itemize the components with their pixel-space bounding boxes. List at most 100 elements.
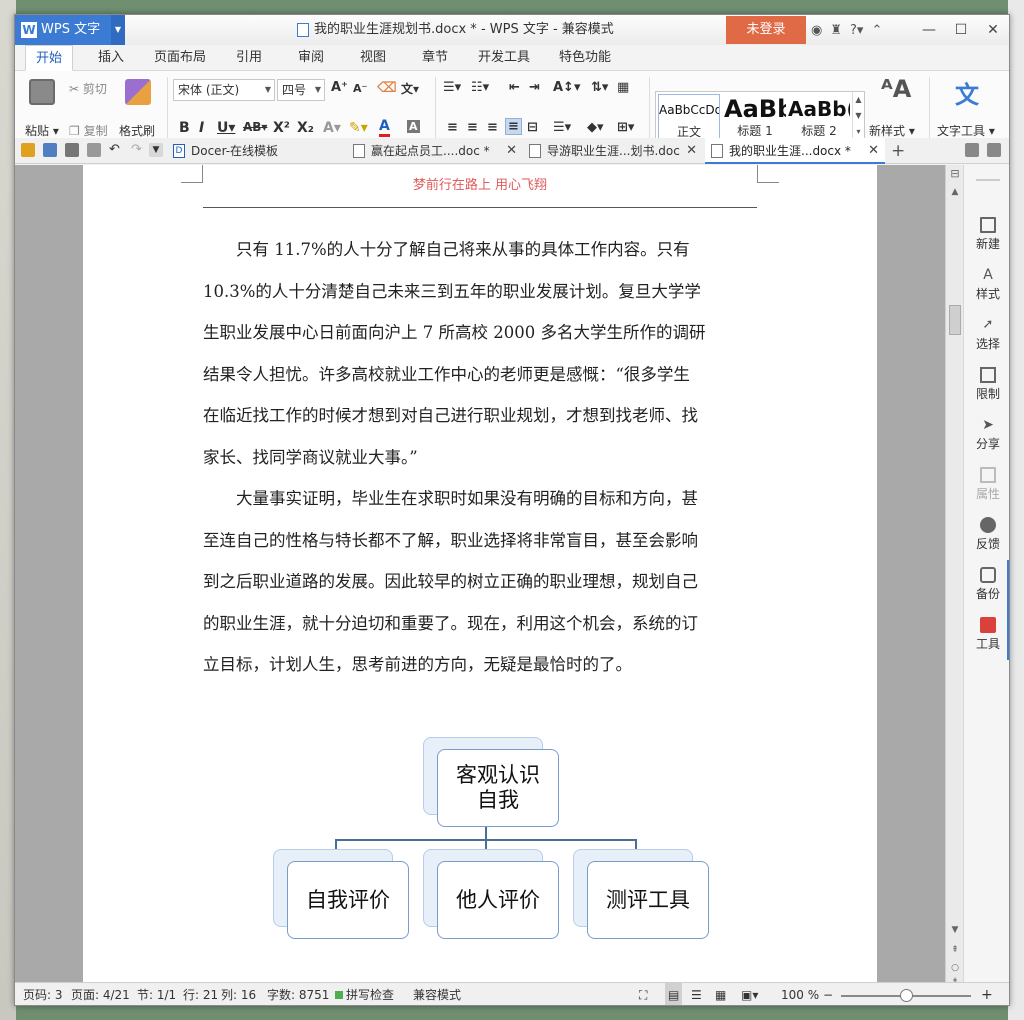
doc-tab-docer[interactable]: D Docer-在线模板 <box>167 138 347 164</box>
zoom-out-icon[interactable]: − <box>823 983 833 1005</box>
style-normal[interactable]: AaBbCcDd 正文 <box>658 94 720 140</box>
font-name-select[interactable]: 宋体 (正文) ▼ <box>173 79 275 101</box>
grow-font-icon[interactable]: A⁺ <box>331 80 348 95</box>
close-tab-icon[interactable]: ✕ <box>686 138 697 164</box>
undo-icon[interactable]: ↶ <box>109 143 123 157</box>
status-col[interactable]: 列: 16 <box>221 983 256 1005</box>
format-painter-button[interactable]: 格式刷 <box>119 122 155 139</box>
distribute-icon[interactable]: ⊟ <box>527 120 538 135</box>
style-heading-1[interactable]: AaBb 标题 1 <box>724 94 786 140</box>
bold-icon[interactable]: B <box>179 120 190 136</box>
line-spacing-icon[interactable]: ☰▾ <box>553 120 571 135</box>
phonetic-icon[interactable]: 文▾ <box>401 80 419 97</box>
prev-page-icon[interactable]: ⇞ <box>946 945 964 955</box>
customize-quick-access-icon[interactable]: ▼ <box>149 143 163 157</box>
tab-list-icon[interactable] <box>965 143 979 157</box>
sidebar-item-restrict[interactable]: 限制 <box>964 367 1009 402</box>
status-page-no[interactable]: 页码: 3 <box>23 983 63 1005</box>
scroll-down-icon[interactable]: ▼ <box>946 925 964 935</box>
close-icon[interactable]: ✕ <box>977 15 1009 45</box>
wps-menu-button[interactable]: W WPS 文字 ▼ <box>15 15 125 45</box>
maximize-icon[interactable]: ☐ <box>945 15 977 45</box>
close-tab-icon[interactable]: ✕ <box>506 138 517 164</box>
help-icon[interactable]: ?▾ <box>850 23 863 38</box>
tab-view[interactable]: 视图 <box>355 45 391 71</box>
status-row[interactable]: 行: 21 <box>183 983 218 1005</box>
scroll-thumb[interactable] <box>949 305 961 335</box>
reading-mode-icon[interactable]: ▣▾ <box>741 983 758 1005</box>
diagram-root-node[interactable]: 客观认识 自我 <box>437 749 559 827</box>
collapse-ribbon-icon[interactable]: ⌃ <box>871 23 882 38</box>
sidebar-item-feedback[interactable]: 反馈 <box>964 517 1009 552</box>
text-tools-icon[interactable]: 文 <box>955 75 979 110</box>
increase-indent-icon[interactable]: ⇥ <box>529 80 540 95</box>
shading-icon[interactable]: ◆▾ <box>587 120 604 135</box>
minimize-icon[interactable]: — <box>913 15 945 45</box>
paste-button[interactable]: 粘贴 ▾ <box>25 122 59 139</box>
open-icon[interactable] <box>21 143 35 157</box>
char-shading-icon[interactable]: A <box>407 120 420 133</box>
tab-developer[interactable]: 开发工具 <box>477 45 531 71</box>
shirt-icon[interactable]: ♜ <box>830 23 842 38</box>
bullets-icon[interactable]: ☰▾ <box>443 80 461 95</box>
paragraph-1[interactable]: 只有 11.7%的人十分了解自己将来从事的具体工作内容。只有 10.3%的人十分… <box>203 229 757 478</box>
doc-tab-employee[interactable]: 赢在起点员工....doc * ✕ <box>347 138 523 164</box>
tab-chapter[interactable]: 章节 <box>417 45 453 71</box>
login-button[interactable]: 未登录 <box>726 16 806 44</box>
tab-insert[interactable]: 插入 <box>93 45 129 71</box>
save-icon[interactable] <box>43 143 57 157</box>
text-direction-icon[interactable]: A↕▾ <box>553 80 580 95</box>
tab-menu-icon[interactable] <box>987 143 1001 157</box>
page-view-icon[interactable]: ▤ <box>665 983 683 1005</box>
align-left-icon[interactable]: ≡ <box>447 120 458 135</box>
table-icon[interactable]: ▦ <box>617 80 629 95</box>
skin-icon[interactable]: ◉ <box>811 23 822 38</box>
tab-special[interactable]: 特色功能 <box>553 45 617 71</box>
format-painter-icon[interactable] <box>125 79 151 105</box>
copy-button[interactable]: ❐ 复制 <box>69 122 108 139</box>
zoom-level[interactable]: 100 % <box>781 983 819 1005</box>
sidebar-item-select[interactable]: ➚ 选择 <box>964 317 1009 352</box>
clear-format-icon[interactable]: ⌫ <box>377 80 397 96</box>
redo-icon[interactable]: ↷ <box>131 143 145 157</box>
status-words[interactable]: 字数: 8751 <box>267 983 329 1005</box>
tab-references[interactable]: 引用 <box>231 45 267 71</box>
browse-object-icon[interactable]: ○ <box>946 963 964 973</box>
scroll-up-icon[interactable]: ▲ <box>946 187 964 197</box>
web-view-icon[interactable]: ▦ <box>715 983 726 1005</box>
sidebar-item-style[interactable]: A 样式 <box>964 267 1009 302</box>
borders-icon[interactable]: ⊞▾ <box>617 120 634 135</box>
styles-scroll[interactable]: ▲ ▼ ▾ <box>852 92 864 142</box>
tab-page-layout[interactable]: 页面布局 <box>153 45 207 71</box>
zoom-in-icon[interactable]: + <box>981 983 993 1005</box>
status-pages[interactable]: 页面: 4/21 <box>71 983 130 1005</box>
strikethrough-icon[interactable]: AB▾ <box>243 120 267 134</box>
sidebar-item-properties[interactable]: 属性 <box>964 467 1009 502</box>
shrink-font-icon[interactable]: A⁻ <box>353 82 367 95</box>
sidebar-item-backup[interactable]: 备份 <box>964 567 1009 602</box>
font-color-icon[interactable]: A <box>379 118 390 137</box>
numbering-icon[interactable]: ☷▾ <box>471 80 489 95</box>
align-center-icon[interactable]: ≡ <box>467 120 478 135</box>
cut-button[interactable]: ✂ 剪切 <box>69 80 107 97</box>
text-effect-icon[interactable]: A▾ <box>323 120 341 136</box>
vertical-scrollbar[interactable]: ⊟ ▲ ▼ ⇞ ○ ⇟ <box>945 165 964 987</box>
sidebar-item-new[interactable]: 新建 <box>964 217 1009 252</box>
align-right-icon[interactable]: ≡ <box>487 120 498 135</box>
diagram-node-tools[interactable]: 测评工具 <box>587 861 709 939</box>
paragraph-2[interactable]: 大量事实证明，毕业生在求职时如果没有明确的目标和方向，甚 至连自己的性格与特长都… <box>203 478 757 686</box>
sidebar-item-share[interactable]: ➤ 分享 <box>964 417 1009 452</box>
tab-review[interactable]: 审阅 <box>293 45 329 71</box>
font-size-select[interactable]: 四号 ▼ <box>277 79 325 101</box>
new-style-icon[interactable]: ᴬA <box>881 75 911 103</box>
doc-tab-guide[interactable]: 导游职业生涯...划书.doc ✕ <box>523 138 703 164</box>
tab-home[interactable]: 开始 <box>25 45 73 71</box>
fullscreen-icon[interactable]: ⛶ <box>639 983 647 1005</box>
status-section[interactable]: 节: 1/1 <box>137 983 176 1005</box>
text-tools-button[interactable]: 文字工具 ▾ <box>937 122 995 139</box>
close-tab-icon[interactable]: ✕ <box>868 138 879 164</box>
paste-icon[interactable] <box>29 79 55 105</box>
sidebar-item-tools[interactable]: 工具 <box>964 617 1009 652</box>
decrease-indent-icon[interactable]: ⇤ <box>509 80 520 95</box>
doc-tab-career-plan[interactable]: 我的职业生涯...docx * ✕ <box>705 138 885 164</box>
